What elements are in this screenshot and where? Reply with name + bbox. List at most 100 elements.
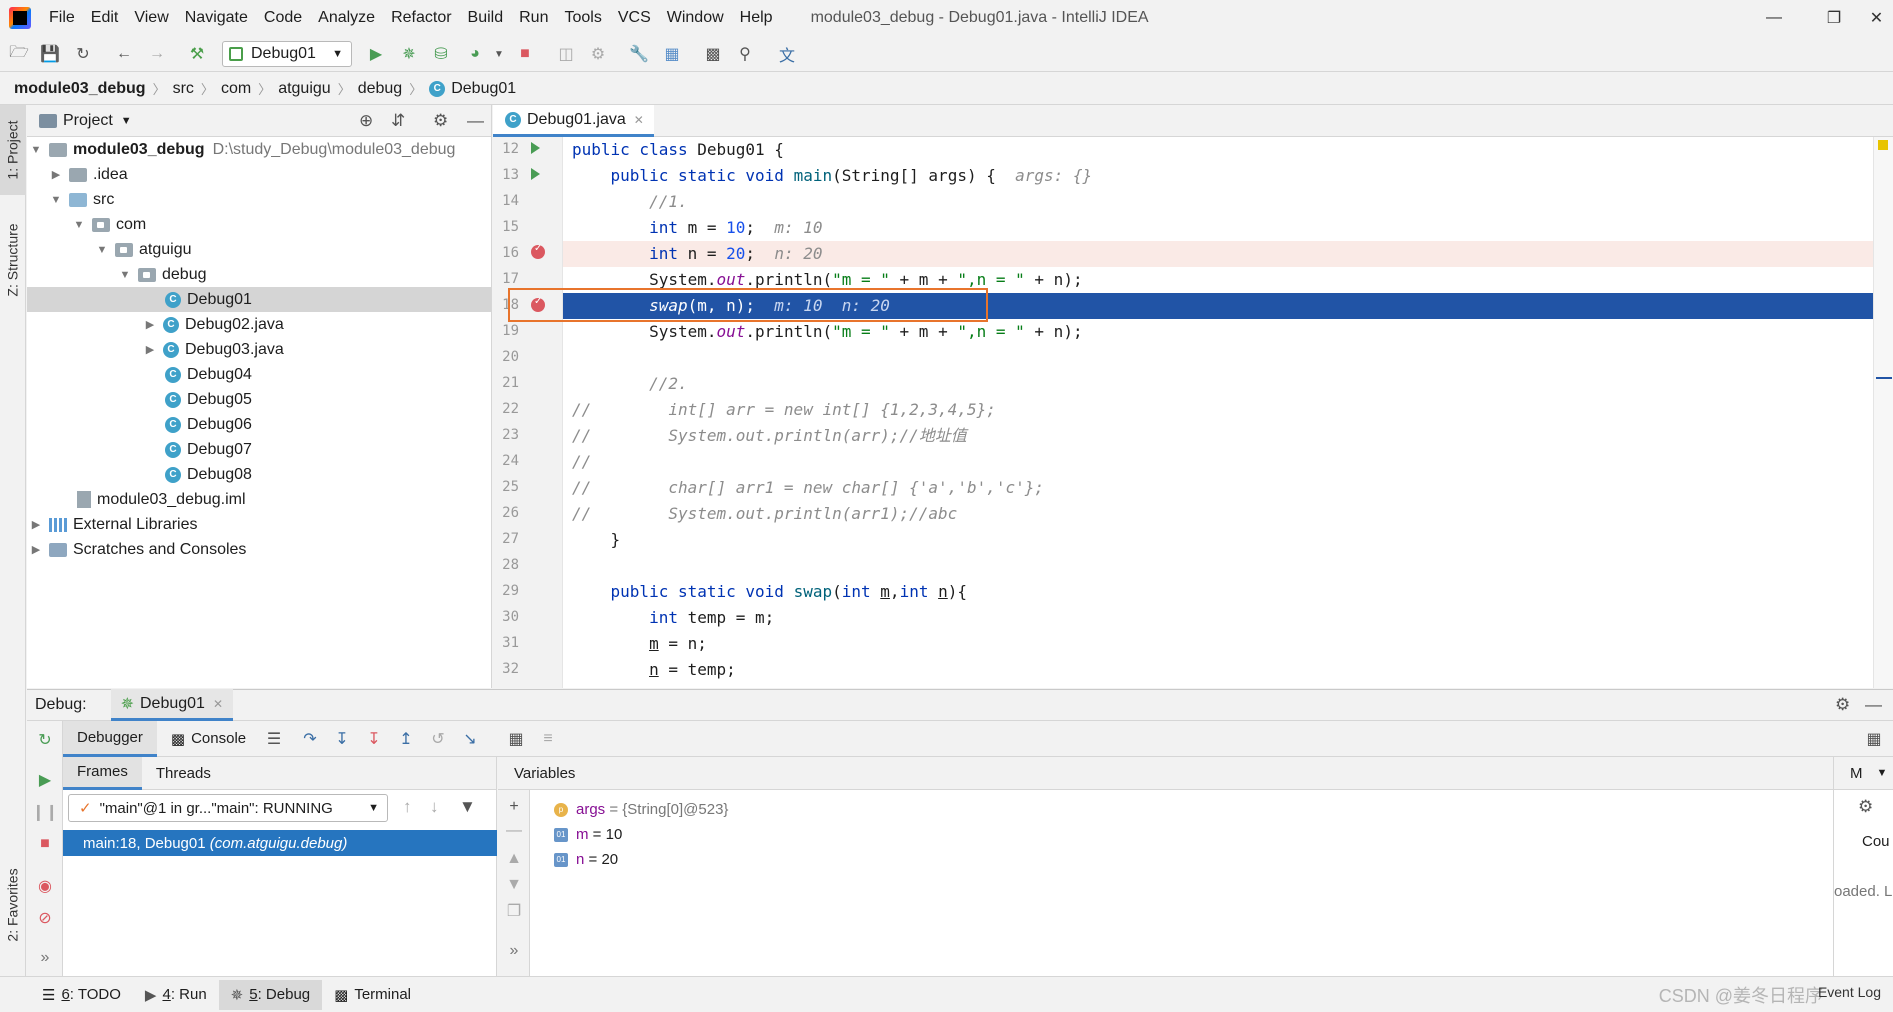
frame-row[interactable]: main:18, Debug01 (com.atguigu.debug) bbox=[63, 830, 497, 856]
tree-item-debug05[interactable]: C Debug05 bbox=[27, 387, 491, 412]
profile-dropdown-icon[interactable]: ▼ bbox=[488, 43, 510, 65]
run-icon[interactable]: ▶ bbox=[365, 43, 387, 65]
favorites-tool-tab[interactable]: 2: Favorites bbox=[0, 845, 26, 965]
duplicate-icon[interactable]: ❐ bbox=[503, 900, 525, 922]
breadcrumb-com[interactable]: com bbox=[221, 80, 251, 98]
todo-tool-tab[interactable]: ☰ 6: TODO bbox=[30, 980, 133, 1010]
menu-edit[interactable]: Edit bbox=[83, 0, 127, 36]
drop-frame-icon[interactable]: ↺ bbox=[427, 728, 449, 750]
run-class-icon[interactable] bbox=[531, 142, 540, 154]
code-editor[interactable]: public class Debug01 { public static voi… bbox=[563, 137, 1893, 688]
stop-icon[interactable]: ■ bbox=[514, 43, 536, 65]
variable-row[interactable]: 01 m = 10 bbox=[554, 822, 622, 847]
tree-item-debug08[interactable]: C Debug08 bbox=[27, 462, 491, 487]
save-icon[interactable]: 💾 bbox=[39, 43, 61, 65]
expanded-arrow-icon[interactable]: ▼ bbox=[49, 194, 63, 206]
restore-layout-icon[interactable]: ▦ bbox=[1863, 728, 1885, 750]
pause-icon[interactable]: ❙❙ bbox=[32, 801, 59, 823]
menu-help[interactable]: Help bbox=[732, 0, 781, 36]
debug-tool-tab[interactable]: ✵ 5: Debug bbox=[218, 979, 323, 1010]
open-folder-icon[interactable]: 🗁 bbox=[8, 43, 30, 65]
remove-watch-icon[interactable]: — bbox=[503, 820, 525, 842]
collapse-all-icon[interactable]: ⇵ bbox=[391, 111, 405, 131]
run-to-cursor-icon[interactable]: ↘ bbox=[459, 728, 481, 750]
breadcrumb-src[interactable]: src bbox=[173, 80, 194, 98]
tab-frames[interactable]: Frames bbox=[63, 756, 142, 790]
menu-navigate[interactable]: Navigate bbox=[177, 0, 256, 36]
minimize-icon[interactable]: — bbox=[1744, 0, 1804, 36]
tree-item-debug03[interactable]: ▶ C Debug03.java bbox=[27, 337, 491, 362]
menu-file[interactable]: File bbox=[41, 0, 83, 36]
menu-run[interactable]: Run bbox=[511, 0, 556, 36]
tree-item-src[interactable]: ▼ src bbox=[27, 187, 491, 212]
breadcrumb-debug[interactable]: debug bbox=[358, 80, 403, 98]
collapsed-arrow-icon[interactable]: ▶ bbox=[143, 343, 157, 356]
back-icon[interactable]: ← bbox=[113, 43, 135, 65]
debug-bug-icon[interactable]: ✵ bbox=[398, 43, 420, 65]
menu-vcs[interactable]: VCS bbox=[610, 0, 659, 36]
run-configuration-select[interactable]: Debug01 ▼ bbox=[222, 41, 352, 67]
collapsed-arrow-icon[interactable]: ▶ bbox=[143, 318, 157, 331]
search-icon[interactable]: ⚲ bbox=[734, 43, 756, 65]
gear-icon[interactable]: ⚙ bbox=[1858, 797, 1873, 817]
sync-icon[interactable]: ↻ bbox=[72, 43, 94, 65]
filter-icon[interactable]: ▼ bbox=[459, 797, 476, 817]
layout-icon[interactable]: ☰ bbox=[263, 728, 285, 750]
tree-item-debug06[interactable]: C Debug06 bbox=[27, 412, 491, 437]
mute-breakpoints-icon[interactable]: ⊘ bbox=[34, 907, 56, 929]
step-into-icon[interactable]: ↧ bbox=[363, 728, 385, 750]
tab-debugger[interactable]: Debugger bbox=[63, 720, 157, 757]
show-execution-point-icon[interactable]: ↷ bbox=[299, 728, 321, 750]
variable-row[interactable]: p args = {String[0]@523} bbox=[554, 797, 728, 822]
hide-panel-icon[interactable]: — bbox=[467, 111, 484, 131]
breadcrumb-atguigu[interactable]: atguigu bbox=[278, 80, 331, 98]
expanded-arrow-icon[interactable]: ▼ bbox=[29, 144, 43, 156]
close-tab-icon[interactable]: ✕ bbox=[634, 113, 644, 127]
debug-session-tab[interactable]: ✵ Debug01 ✕ bbox=[110, 689, 234, 721]
gear-icon[interactable]: ⚙ bbox=[1835, 695, 1850, 715]
project-structure-icon[interactable]: ▦ bbox=[661, 43, 683, 65]
terminal-tool-tab[interactable]: ▩ Terminal bbox=[322, 980, 423, 1010]
run-tool-tab[interactable]: ▶ 4: Run bbox=[133, 980, 219, 1010]
move-up-icon[interactable]: ▲ bbox=[503, 848, 525, 870]
step-out-icon[interactable]: ↥ bbox=[395, 728, 417, 750]
tree-item-debug01[interactable]: C Debug01 bbox=[27, 287, 491, 312]
terminal-icon[interactable]: ▩ bbox=[702, 43, 724, 65]
forward-icon[interactable]: → bbox=[146, 43, 168, 65]
tree-item-module[interactable]: ▼ module03_debug D:\study_Debug\module03_… bbox=[27, 137, 491, 162]
previous-frame-icon[interactable]: ↑ bbox=[403, 797, 412, 817]
project-panel-title[interactable]: Project bbox=[63, 112, 113, 130]
breadcrumb-module[interactable]: module03_debug bbox=[14, 80, 146, 98]
attach-icon[interactable]: ◫ bbox=[555, 43, 577, 65]
breakpoint-icon[interactable] bbox=[531, 243, 545, 259]
chevron-down-icon[interactable]: ▼ bbox=[1877, 767, 1888, 779]
run-main-icon[interactable] bbox=[531, 168, 540, 180]
expanded-arrow-icon[interactable]: ▼ bbox=[72, 219, 86, 231]
tree-item-debug02[interactable]: ▶ C Debug02.java bbox=[27, 312, 491, 337]
step-over-icon[interactable]: ↧ bbox=[331, 728, 353, 750]
more-icon[interactable]: » bbox=[34, 947, 56, 969]
collapsed-arrow-icon[interactable]: ▶ bbox=[29, 518, 43, 531]
breadcrumb-class[interactable]: C Debug01 bbox=[429, 80, 516, 98]
menu-code[interactable]: Code bbox=[256, 0, 310, 36]
menu-view[interactable]: View bbox=[126, 0, 176, 36]
next-frame-icon[interactable]: ↓ bbox=[430, 797, 439, 817]
profile-icon[interactable]: ◕ bbox=[464, 43, 486, 65]
collapsed-arrow-icon[interactable]: ▶ bbox=[29, 543, 43, 556]
menu-build[interactable]: Build bbox=[460, 0, 512, 36]
tree-item-atguigu[interactable]: ▼ atguigu bbox=[27, 237, 491, 262]
tree-item-com[interactable]: ▼ com bbox=[27, 212, 491, 237]
resume-icon[interactable]: ▶ bbox=[34, 769, 56, 791]
add-watch-icon[interactable]: + bbox=[503, 796, 525, 818]
menu-refactor[interactable]: Refactor bbox=[383, 0, 459, 36]
tree-item-debug07[interactable]: C Debug07 bbox=[27, 437, 491, 462]
vcs-icon[interactable]: ⚙ bbox=[587, 43, 609, 65]
restore-icon[interactable]: ❐ bbox=[1804, 0, 1864, 36]
event-log-tab[interactable]: Event Log bbox=[1818, 984, 1881, 1000]
hide-panel-icon[interactable]: — bbox=[1865, 695, 1882, 715]
chevron-down-icon[interactable]: ▼ bbox=[121, 115, 132, 127]
tab-console[interactable]: ▩ Console bbox=[157, 721, 260, 757]
tree-item-scratches[interactable]: ▶ Scratches and Consoles bbox=[27, 537, 491, 562]
thread-select[interactable]: ✓ "main"@1 in gr..."main": RUNNING ▼ bbox=[68, 794, 388, 822]
expanded-arrow-icon[interactable]: ▼ bbox=[95, 244, 109, 256]
